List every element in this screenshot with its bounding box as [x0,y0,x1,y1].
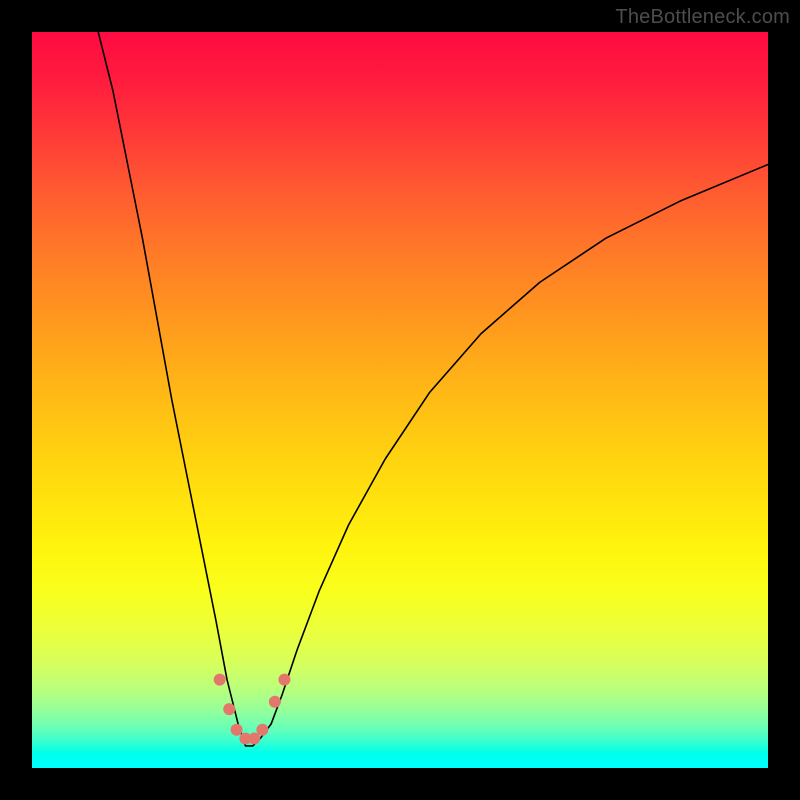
bottleneck-curve [98,32,768,746]
curve-dot [278,674,290,686]
curve-dot [269,696,281,708]
plot-area [32,32,768,768]
curve-layer [32,32,768,768]
curve-minimum-dots [214,674,291,745]
curve-dot [223,703,235,715]
curve-dot [214,674,226,686]
watermark-text: TheBottleneck.com [615,6,790,29]
curve-dot [248,733,260,745]
curve-dot [256,724,268,736]
chart-stage: TheBottleneck.com [0,0,800,800]
curve-dot [231,724,243,736]
